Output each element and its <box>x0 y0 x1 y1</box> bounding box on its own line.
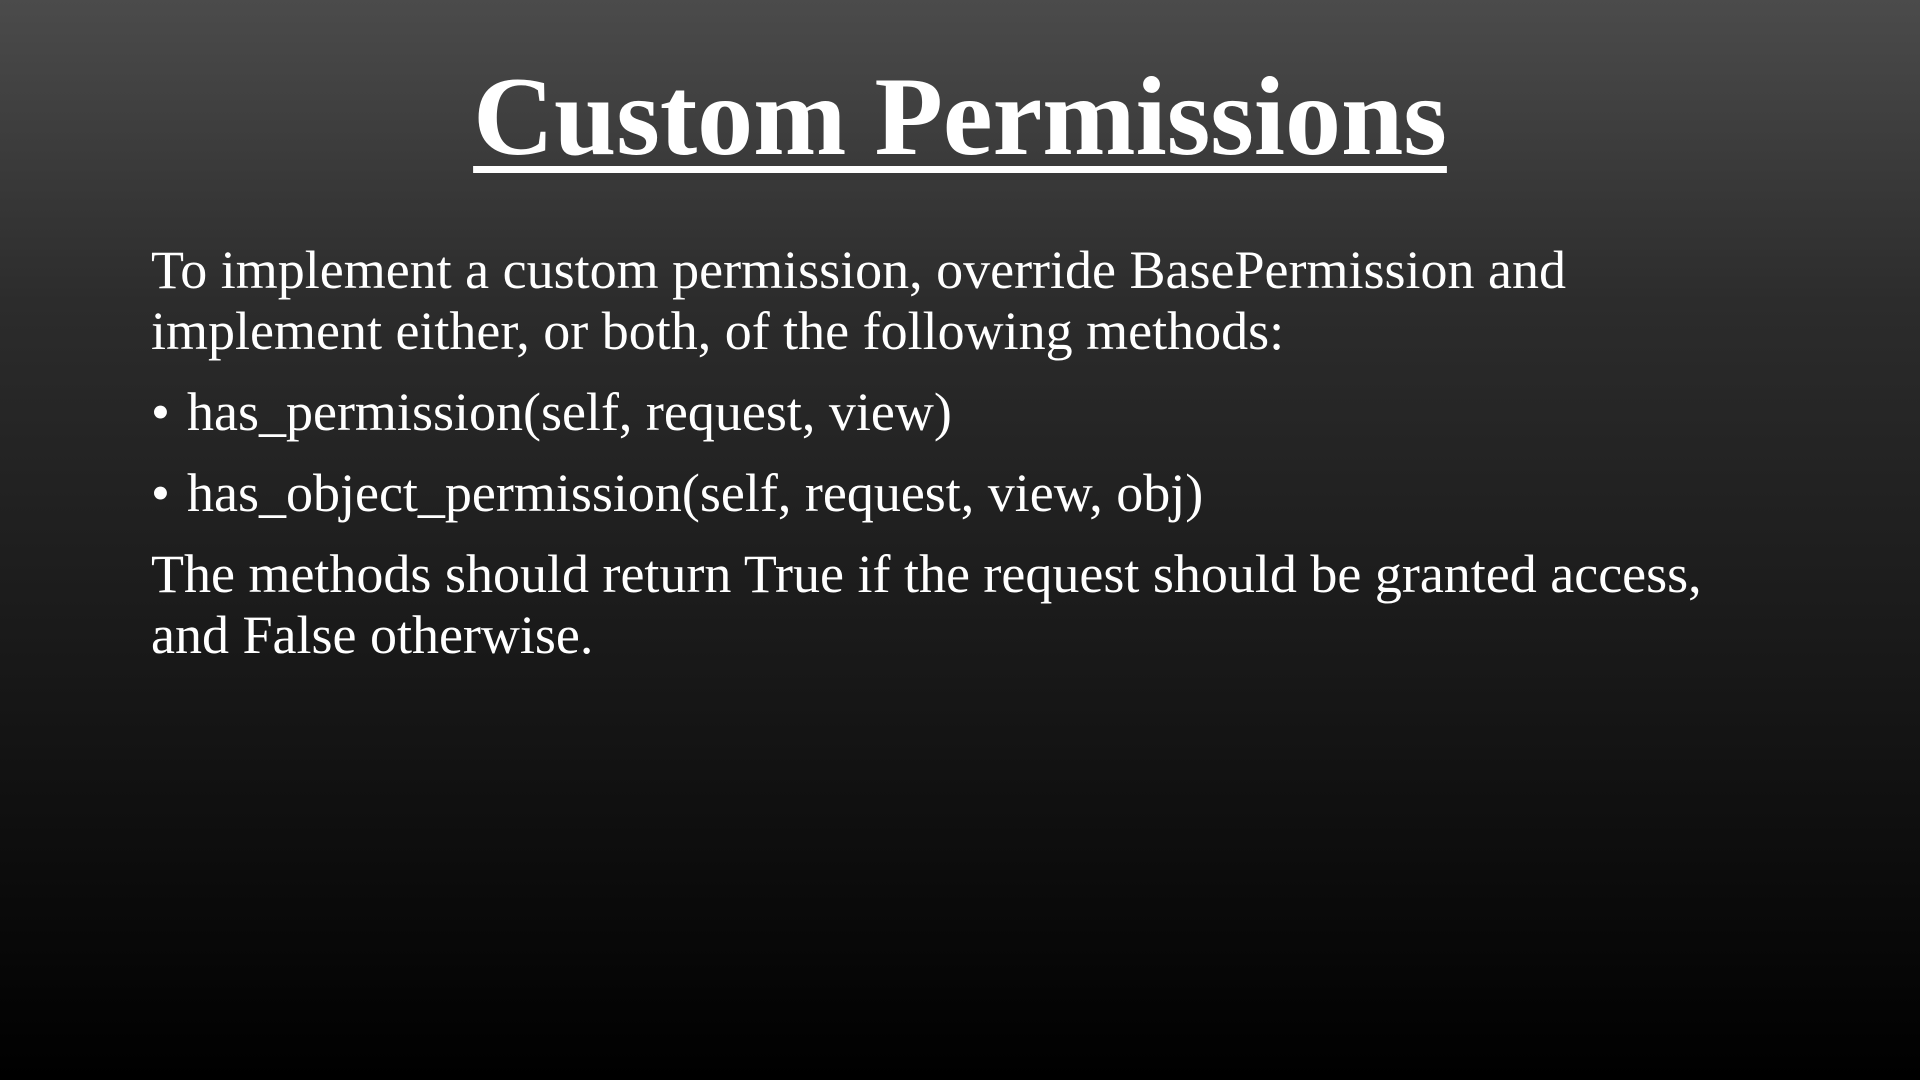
list-item: • has_permission(self, request, view) <box>151 382 1791 443</box>
slide-title: Custom Permissions <box>0 52 1920 182</box>
slide-title-text: Custom Permissions <box>473 55 1447 179</box>
intro-paragraph: To implement a custom permission, overri… <box>151 240 1566 361</box>
bullet-icon: • <box>151 463 170 523</box>
method-list: • has_permission(self, request, view) • … <box>151 382 1791 524</box>
conclusion-paragraph: The methods should return True if the re… <box>151 544 1702 665</box>
bullet-icon: • <box>151 382 170 442</box>
method-has-permission: has_permission(self, request, view) <box>187 382 952 442</box>
method-has-object-permission: has_object_permission(self, request, vie… <box>187 463 1204 523</box>
list-item: • has_object_permission(self, request, v… <box>151 463 1791 524</box>
slide: Custom Permissions To implement a custom… <box>0 0 1920 1080</box>
slide-body: To implement a custom permission, overri… <box>151 240 1791 686</box>
